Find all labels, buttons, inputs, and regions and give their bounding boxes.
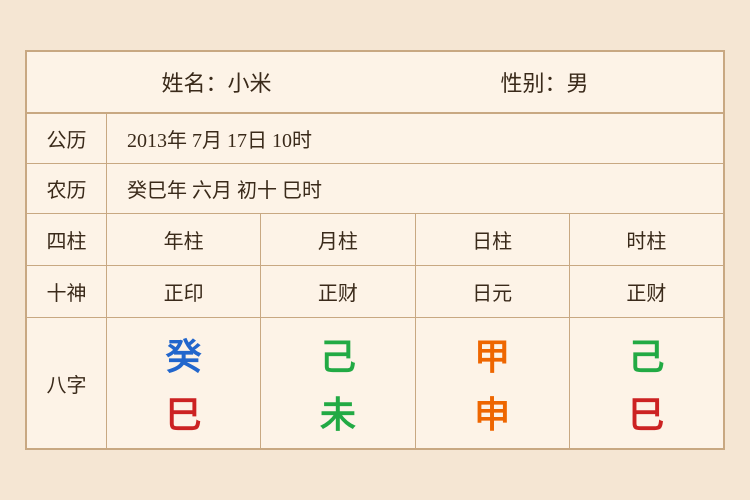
bazi-hour-top: 己 (628, 328, 664, 380)
shishen-hour: 正财 (570, 266, 723, 317)
shishen-row: 十神 正印 正财 日元 正财 (27, 266, 723, 318)
lunar-label: 农历 (27, 164, 107, 213)
gender-label: 性别：男 (500, 66, 588, 98)
shishen-year: 正印 (107, 266, 261, 317)
month-column-header: 月柱 (261, 214, 415, 265)
bazi-day-top: 甲 (474, 328, 510, 380)
bazi-hour-bottom: 巳 (628, 386, 664, 438)
shishen-label: 十神 (27, 266, 107, 317)
gregorian-label: 公历 (27, 114, 107, 163)
main-container: 姓名：小米 性别：男 公历 2013年 7月 17日 10时 农历 癸巳年 六月… (25, 50, 725, 450)
lunar-value: 癸巳年 六月 初十 巳时 (107, 164, 342, 213)
bazi-hour-cell: 己 巳 (570, 318, 723, 448)
gregorian-row: 公历 2013年 7月 17日 10时 (27, 114, 723, 164)
bazi-month-cell: 己 未 (261, 318, 415, 448)
hour-column-header: 时柱 (570, 214, 723, 265)
bazi-day-cell: 甲 申 (416, 318, 570, 448)
bazi-label: 八字 (27, 318, 107, 448)
shishen-month: 正财 (261, 266, 415, 317)
bazi-year-cell: 癸 巳 (107, 318, 261, 448)
columns-row: 四柱 年柱 月柱 日柱 时柱 (27, 214, 723, 266)
shishen-day: 日元 (416, 266, 570, 317)
lunar-row: 农历 癸巳年 六月 初十 巳时 (27, 164, 723, 214)
gregorian-value: 2013年 7月 17日 10时 (107, 114, 332, 163)
columns-label: 四柱 (27, 214, 107, 265)
header-row: 姓名：小米 性别：男 (27, 52, 723, 114)
bazi-month-bottom: 未 (320, 386, 356, 438)
year-column-header: 年柱 (107, 214, 261, 265)
bazi-month-top: 己 (320, 328, 356, 380)
bazi-day-bottom: 申 (474, 386, 510, 438)
bazi-row: 八字 癸 巳 己 未 甲 申 己 巳 (27, 318, 723, 448)
name-label: 姓名：小米 (161, 66, 271, 98)
bazi-year-top: 癸 (166, 328, 202, 380)
day-column-header: 日柱 (416, 214, 570, 265)
bazi-year-bottom: 巳 (166, 386, 202, 438)
